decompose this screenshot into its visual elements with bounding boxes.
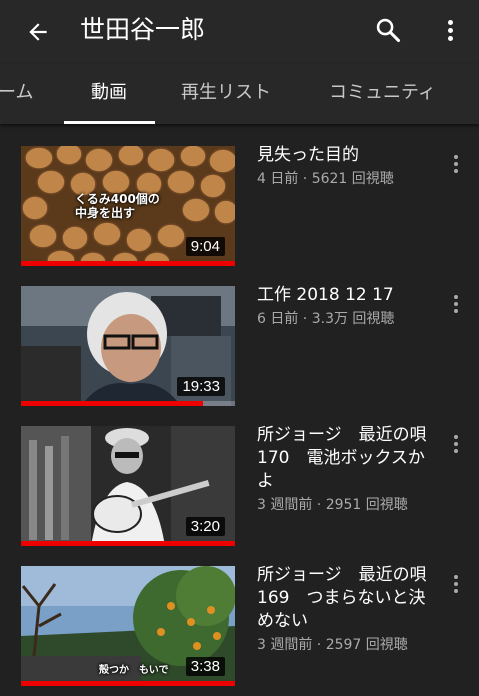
video-info: 所ジョージ 最近の唄170 電池ボックスかよ 3 週間前 · 2951 回視聴 [257,424,433,515]
video-meta: 3 週間前 · 2597 回視聴 [257,637,408,653]
video-menu-button[interactable] [444,152,468,176]
more-vert-icon [454,435,458,453]
more-vert-icon [447,19,453,41]
watch-progress-fill [21,681,235,686]
video-meta: 3 週間前 · 2951 回視聴 [257,497,408,513]
video-meta: 6 日前 · 3.3万 回視聴 [257,311,395,327]
video-thumbnail[interactable]: 殻つか もいで 3:38 [21,566,235,686]
video-item: くるみ400個の 中身を出す 9:04 見失った目的 4 日前 · 5621 回… [0,124,479,266]
video-item: 殻つか もいで 3:38 所ジョージ 最近の唄169 つまらないと決めない 3 … [0,544,479,686]
video-menu-button[interactable] [444,292,468,316]
video-title[interactable]: 見失った目的 [257,144,433,167]
arrow-back-icon [29,23,47,41]
video-title[interactable]: 所ジョージ 最近の唄169 つまらないと決めない [257,564,433,633]
back-button[interactable] [20,14,56,50]
video-thumbnail[interactable]: 3:20 [21,426,235,546]
video-menu-button[interactable] [444,432,468,456]
tab-videos[interactable]: 動画 [91,64,127,124]
channel-title: 世田谷一郎 [80,15,206,44]
watch-progress-bar [21,681,235,686]
more-vert-icon [454,155,458,173]
video-title[interactable]: 所ジョージ 最近の唄170 電池ボックスかよ [257,424,433,493]
channel-tabs: ーム 動画 再生リスト コミュニティ [0,64,479,124]
video-thumbnail[interactable]: 19:33 [21,286,235,406]
video-thumbnail[interactable]: くるみ400個の 中身を出す 9:04 [21,146,235,266]
video-menu-button[interactable] [444,572,468,596]
more-vert-icon [454,295,458,313]
tab-home[interactable]: ーム [0,64,33,124]
duration-badge: 9:04 [185,237,225,256]
duration-badge: 3:38 [185,657,225,676]
app-bar: 世田谷一郎 [0,0,479,64]
video-meta: 4 日前 · 5621 回視聴 [257,171,394,187]
tab-playlists[interactable]: 再生リスト [181,64,271,124]
more-options-button[interactable] [434,12,466,48]
video-title[interactable]: 工作 2018 12 17 [257,284,433,307]
video-item: 19:33 工作 2018 12 17 6 日前 · 3.3万 回視聴 [0,264,479,406]
thumbnail-caption: くるみ400個の 中身を出す [75,192,160,220]
video-info: 所ジョージ 最近の唄169 つまらないと決めない 3 週間前 · 2597 回視… [257,564,433,655]
video-info: 工作 2018 12 17 6 日前 · 3.3万 回視聴 [257,284,433,329]
more-vert-icon [454,575,458,593]
tab-community[interactable]: コミュニティ [329,64,436,124]
duration-badge: 19:33 [177,377,225,396]
video-item: 3:20 所ジョージ 最近の唄170 電池ボックスかよ 3 週間前 · 2951… [0,404,479,546]
video-info: 見失った目的 4 日前 · 5621 回視聴 [257,144,433,189]
thumbnail-caption: 殻つか もいで [99,665,169,676]
search-button[interactable] [370,12,406,48]
search-icon [376,18,401,43]
duration-badge: 3:20 [185,517,225,536]
